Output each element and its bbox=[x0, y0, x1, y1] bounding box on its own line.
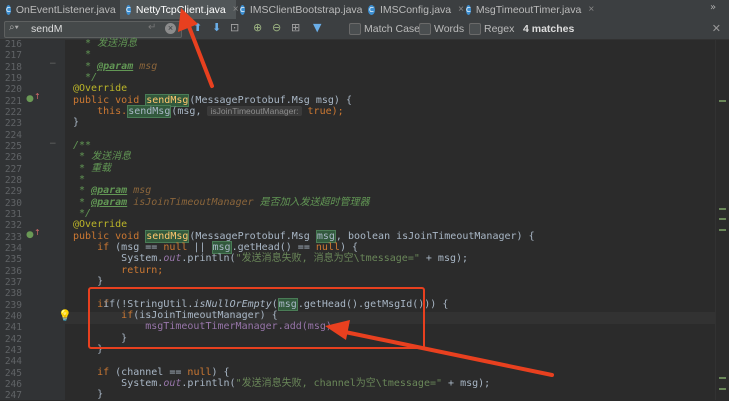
annotation-arrow-tab bbox=[178, 8, 214, 88]
annotation-arrow-code bbox=[325, 320, 554, 377]
annotation-arrows bbox=[178, 8, 554, 377]
